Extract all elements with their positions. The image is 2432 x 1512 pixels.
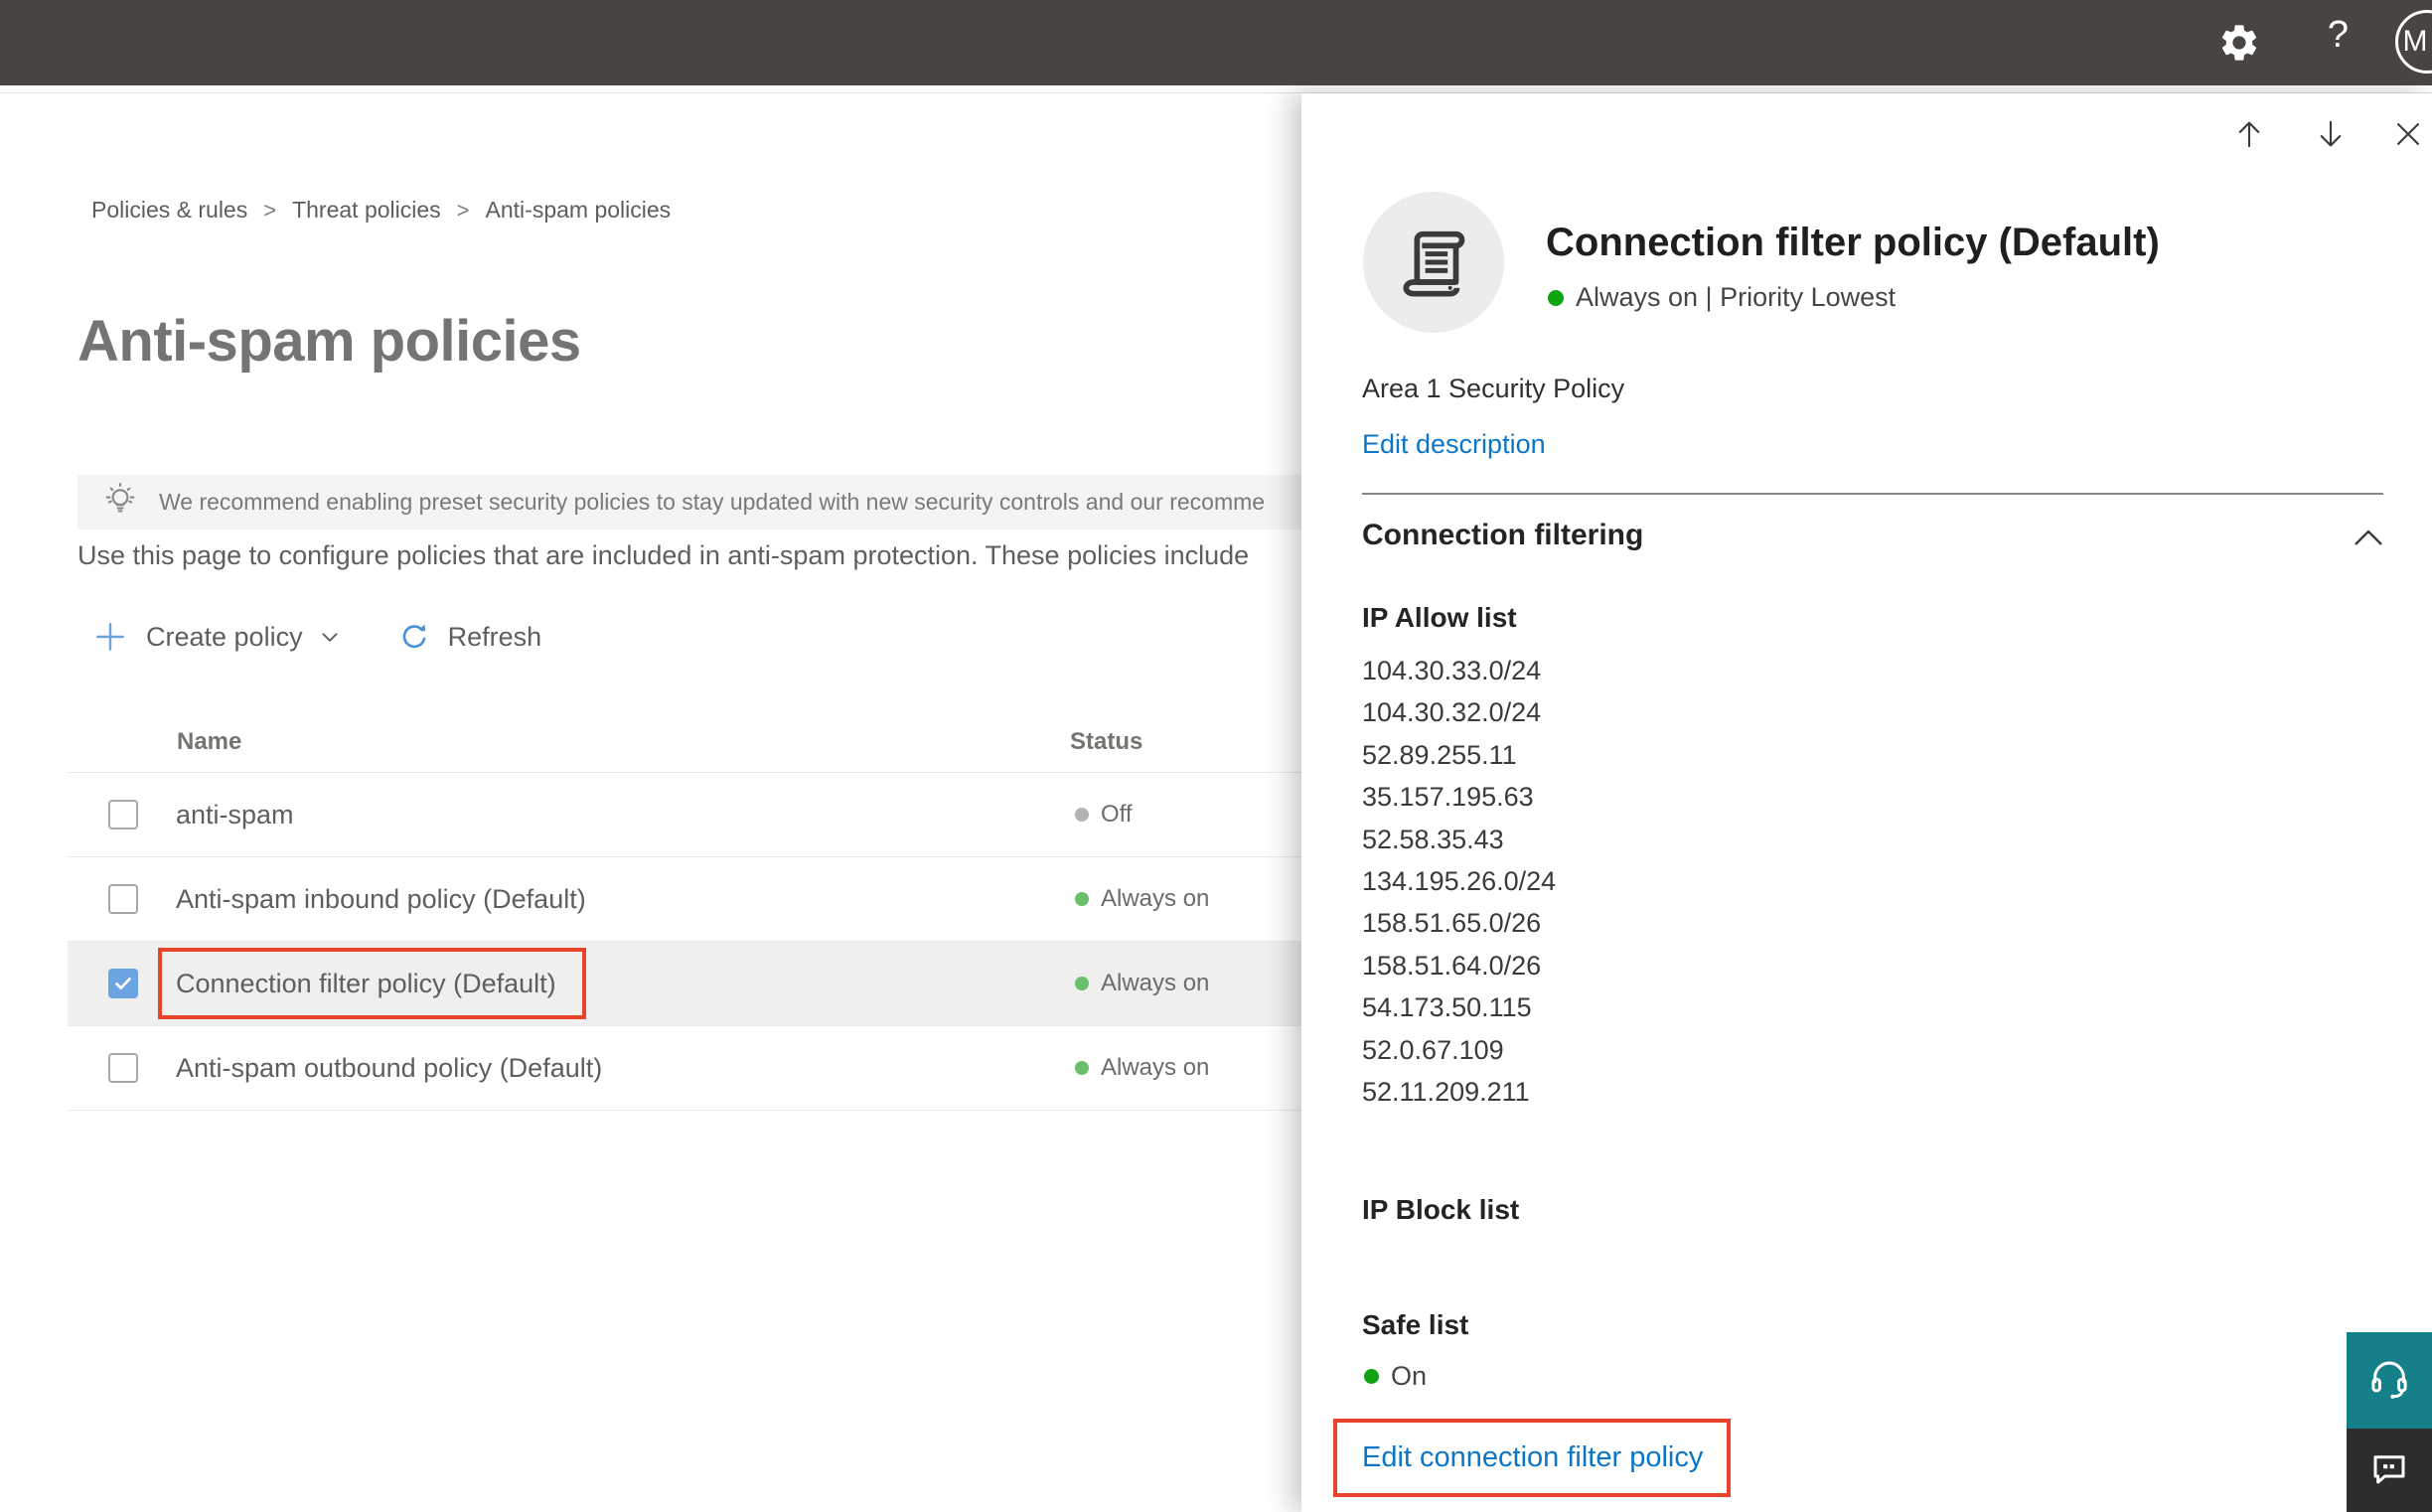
plus-icon: [96, 623, 124, 651]
status-dot: [1364, 1369, 1379, 1384]
row-name-cell: anti-spam: [176, 799, 1075, 831]
row-checkbox[interactable]: [108, 800, 138, 830]
panel-title: Connection filter policy (Default): [1546, 221, 2160, 264]
ip-allow-list: 104.30.33.0/24 104.30.32.0/24 52.89.255.11…: [1362, 650, 1556, 1113]
status-dot: [1548, 289, 1564, 306]
edit-connection-filter-policy-link[interactable]: Edit connection filter policy: [1362, 1441, 1703, 1474]
status-text: Always on: [1101, 885, 1210, 912]
column-header-status[interactable]: Status: [1070, 728, 1142, 756]
status-text: Always on: [1101, 1054, 1210, 1081]
panel-status-text: Always on | Priority Lowest: [1576, 282, 1897, 312]
ip-entry: 158.51.65.0/26: [1362, 908, 1542, 939]
breadcrumb-policies-rules[interactable]: Policies & rules: [91, 197, 247, 224]
breadcrumb: Policies & rules > Threat policies > Ant…: [91, 197, 671, 224]
row-status: Always on: [1075, 970, 1209, 997]
column-header-name[interactable]: Name: [177, 728, 1070, 756]
row-status: Always on: [1075, 1054, 1209, 1082]
breadcrumb-anti-spam-policies[interactable]: Anti-spam policies: [486, 197, 672, 224]
help-icon[interactable]: ?: [2328, 14, 2349, 57]
ip-entry: 52.89.255.11: [1362, 739, 1517, 770]
refresh-icon: [402, 624, 425, 649]
collapse-chevron-up-icon[interactable]: [2352, 525, 2385, 552]
edit-link-annotation-box: Edit connection filter policy: [1333, 1419, 1731, 1497]
policy-name[interactable]: Anti-spam inbound policy (Default): [176, 883, 586, 915]
refresh-label: Refresh: [447, 621, 542, 652]
ip-entry: 158.51.64.0/26: [1362, 950, 1542, 981]
status-dot: [1075, 977, 1089, 990]
row-checkbox[interactable]: [108, 884, 138, 914]
next-item-arrow-down-icon[interactable]: [2313, 117, 2349, 153]
ip-entry: 35.157.195.63: [1362, 782, 1534, 813]
ip-entry: 134.195.26.0/24: [1362, 866, 1557, 897]
safe-list-status: On: [1364, 1361, 1427, 1392]
chevron-down-icon: [322, 633, 337, 642]
row-name-cell: Anti-spam inbound policy (Default): [176, 883, 1075, 915]
status-dot: [1075, 808, 1089, 822]
panel-description: Area 1 Security Policy: [1362, 374, 1625, 403]
section-title-connection-filtering: Connection filtering: [1362, 519, 1644, 551]
topbar: ? M: [0, 0, 2432, 85]
status-dot: [1075, 892, 1089, 906]
row-checkbox[interactable]: [108, 969, 138, 998]
edit-description-link[interactable]: Edit description: [1362, 429, 1546, 460]
create-policy-label: Create policy: [146, 621, 303, 652]
breadcrumb-separator: >: [263, 197, 277, 223]
ip-entry: 52.0.67.109: [1362, 1034, 1504, 1065]
ip-entry: 104.30.32.0/24: [1362, 697, 1542, 728]
close-icon[interactable]: [2390, 117, 2426, 153]
policy-name[interactable]: Connection filter policy (Default): [158, 948, 586, 1019]
row-status: Always on: [1075, 885, 1209, 913]
support-button[interactable]: [2347, 1332, 2432, 1429]
policy-name[interactable]: anti-spam: [176, 799, 294, 831]
row-status: Off: [1075, 801, 1133, 829]
ip-entry: 104.30.33.0/24: [1362, 656, 1542, 685]
policy-name[interactable]: Anti-spam outbound policy (Default): [176, 1052, 602, 1084]
create-policy-button[interactable]: Create policy: [92, 619, 343, 655]
ip-block-list-title: IP Block list: [1362, 1194, 1520, 1225]
safe-list-status-text: On: [1391, 1361, 1428, 1391]
policy-details-panel: Connection filter policy (Default) Alway…: [1301, 93, 2432, 1512]
breadcrumb-threat-policies[interactable]: Threat policies: [292, 197, 441, 224]
lightbulb-icon: [101, 481, 139, 524]
status-dot: [1075, 1061, 1089, 1075]
previous-item-arrow-up-icon[interactable]: [2231, 117, 2267, 153]
settings-gear-icon[interactable]: [2217, 21, 2261, 65]
row-name-annotation-box: Connection filter policy (Default): [158, 948, 1075, 1019]
ip-allow-list-title: IP Allow list: [1362, 602, 1517, 633]
policy-scroll-icon: [1363, 192, 1504, 333]
panel-divider: [1362, 493, 2383, 495]
safe-list-title: Safe list: [1362, 1309, 1469, 1340]
status-text: Always on: [1101, 970, 1210, 996]
ip-entry: 52.11.209.211: [1362, 1077, 1530, 1108]
banner-text: We recommend enabling preset security po…: [159, 489, 1266, 515]
toolbar: Create policy Refresh: [92, 612, 555, 662]
headset-icon: [2366, 1356, 2412, 1405]
feedback-chat-icon: [2368, 1448, 2410, 1493]
breadcrumb-separator: >: [456, 197, 470, 223]
feedback-button[interactable]: [2347, 1429, 2432, 1512]
page-title: Anti-spam policies: [77, 309, 581, 374]
avatar[interactable]: M: [2395, 10, 2432, 74]
refresh-button[interactable]: Refresh: [398, 621, 556, 653]
ip-entry: 54.173.50.115: [1362, 992, 1532, 1023]
ip-entry: 52.58.35.43: [1362, 824, 1504, 854]
status-text: Off: [1101, 801, 1133, 828]
row-checkbox[interactable]: [108, 1053, 138, 1083]
panel-status-line: Always on | Priority Lowest: [1548, 282, 1896, 313]
row-name-cell: Anti-spam outbound policy (Default): [176, 1052, 1075, 1084]
